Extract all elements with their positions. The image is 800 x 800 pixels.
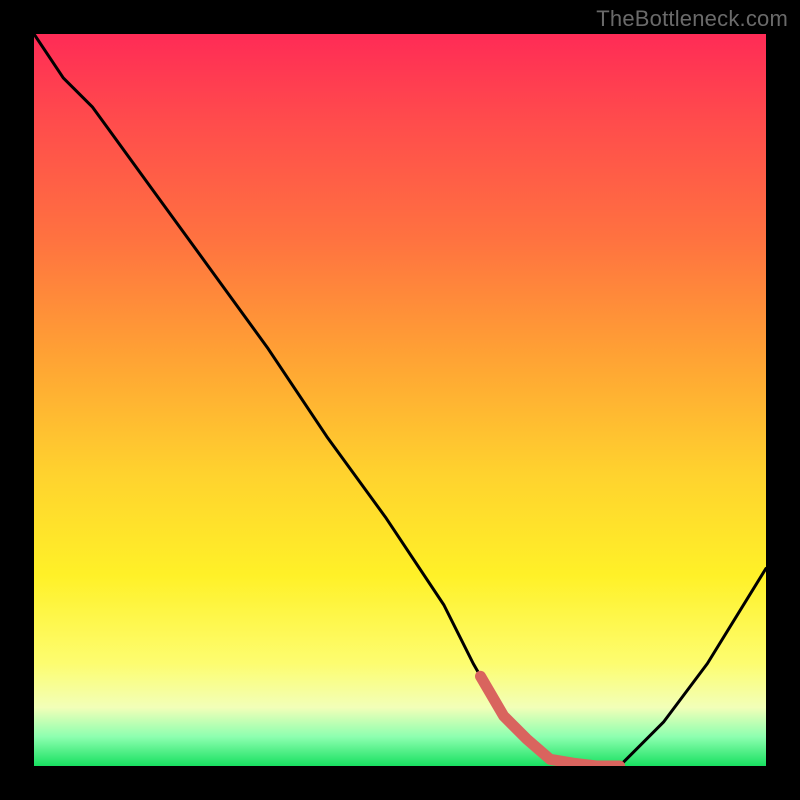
- plot-area: [34, 34, 766, 766]
- chart-frame: TheBottleneck.com: [0, 0, 800, 800]
- curve-path: [34, 34, 766, 766]
- bottleneck-curve: [34, 34, 766, 766]
- watermark-text: TheBottleneck.com: [596, 6, 788, 32]
- highlight-path: [481, 676, 620, 766]
